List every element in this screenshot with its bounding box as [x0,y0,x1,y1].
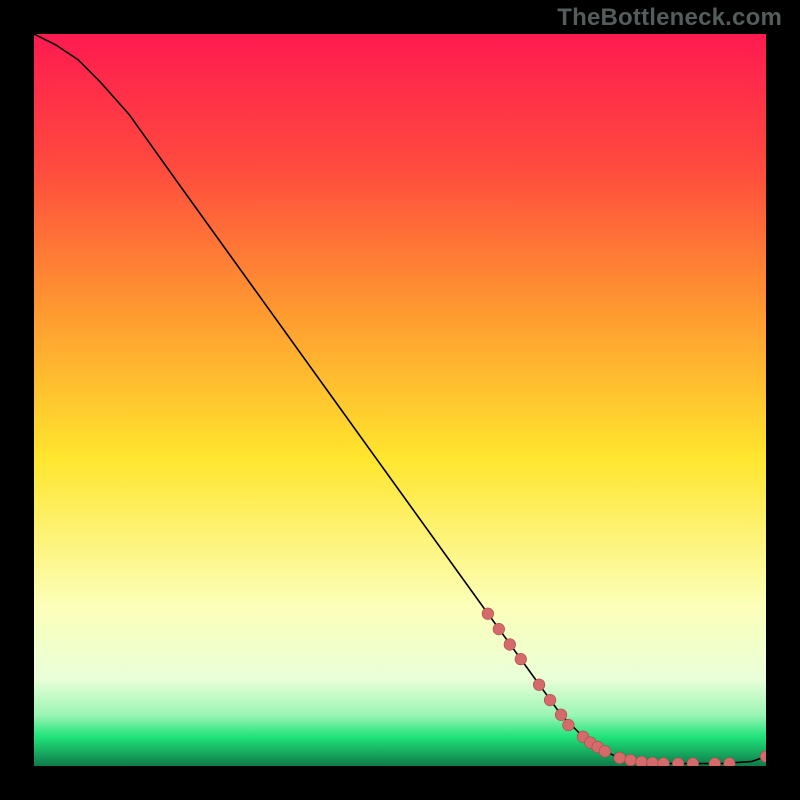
data-point [614,752,626,764]
data-point [647,757,659,766]
data-point [533,679,545,691]
chart-stage: TheBottleneck.com [0,0,800,800]
plot-area [34,34,766,766]
data-point [724,758,736,766]
data-point [555,709,567,721]
data-point [515,653,527,665]
data-point [482,608,494,620]
data-point [563,719,575,731]
data-point [493,623,505,635]
data-point [599,746,611,758]
data-point [658,758,670,766]
watermark-text: TheBottleneck.com [557,4,782,32]
data-point [625,754,637,766]
data-point [504,639,516,651]
data-point [636,756,648,766]
chart-svg [34,34,766,766]
data-point [544,694,556,706]
gradient-background [34,34,766,766]
